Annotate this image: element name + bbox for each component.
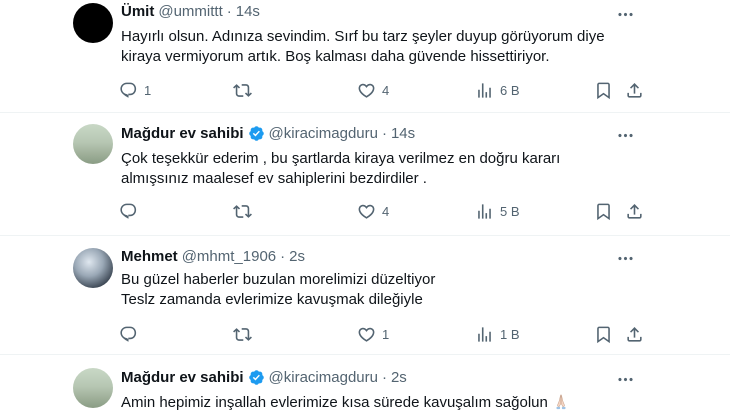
- author-handle[interactable]: @kiracimagduru: [269, 125, 378, 142]
- separator-dot: ·: [226, 3, 232, 20]
- more-icon[interactable]: [615, 369, 635, 389]
- author-handle[interactable]: @kiracimagduru: [269, 369, 378, 386]
- tweet-header: Mağdur ev sahibi @kiracimagduru · 2s: [121, 369, 407, 386]
- tweet-text-line: Teslz zamanda evlerimize kavuşmak dileği…: [121, 291, 423, 308]
- retweet-icon: [233, 325, 252, 344]
- retweet-button[interactable]: [233, 78, 252, 102]
- tweet-text-line: Hayırlı olsun. Adınıza sevindim. Sırf bu…: [121, 28, 605, 45]
- tweet-text-content: Amin hepimiz inşallah evlerimize kısa sü…: [121, 394, 548, 411]
- author-name[interactable]: Ümit: [121, 3, 154, 20]
- tweet-text-line: Amin hepimiz inşallah evlerimize kısa sü…: [121, 392, 641, 413]
- like-button[interactable]: 1: [357, 322, 389, 346]
- views-count: 5 B: [500, 203, 520, 219]
- separator-dot: ·: [280, 248, 286, 265]
- retweet-button[interactable]: [233, 199, 252, 223]
- reply-icon: [119, 81, 138, 100]
- timestamp[interactable]: 14s: [391, 125, 415, 142]
- tweet-text-line: Çok teşekkür ederim , bu şartlarda kiray…: [121, 150, 561, 167]
- tweet-4[interactable]: Mağdur ev sahibi @kiracimagduru · 2s Ami…: [0, 355, 730, 420]
- tweet-2[interactable]: Mağdur ev sahibi @kiracimagduru · 14s Ço…: [0, 113, 730, 235]
- separator-dot: ·: [381, 125, 387, 142]
- tweet-text-line: almışsınız maalesef ev sahiplerini bezdi…: [121, 170, 427, 187]
- timestamp[interactable]: 2s: [391, 369, 407, 386]
- bookmark-icon: [594, 325, 613, 344]
- tweet-text: Amin hepimiz inşallah evlerimize kısa sü…: [121, 392, 641, 413]
- like-button[interactable]: 4: [357, 199, 389, 223]
- author-name[interactable]: Mağdur ev sahibi: [121, 125, 244, 142]
- tweet-text-line: Bu güzel haberler buzulan morelimizi düz…: [121, 271, 436, 288]
- author-handle[interactable]: @mhmt_1906: [182, 248, 276, 265]
- separator-dot: ·: [381, 369, 387, 386]
- views-icon: [475, 202, 494, 221]
- author-handle[interactable]: @ummittt: [158, 3, 222, 20]
- avatar[interactable]: [73, 368, 113, 408]
- share-button[interactable]: [625, 322, 644, 346]
- share-icon: [625, 325, 644, 344]
- avatar[interactable]: [73, 248, 113, 288]
- share-button[interactable]: [625, 199, 644, 223]
- bookmark-icon: [594, 202, 613, 221]
- tweet-text: Hayırlı olsun. Adınıza sevindim. Sırf bu…: [121, 27, 641, 67]
- like-icon: [357, 81, 376, 100]
- reply-button[interactable]: [119, 199, 138, 223]
- retweet-icon: [233, 202, 252, 221]
- like-count: 4: [382, 82, 390, 98]
- retweet-icon: [233, 81, 252, 100]
- views-button[interactable]: 6 B: [475, 78, 520, 102]
- tweet-text: Bu güzel haberler buzulan morelimizi düz…: [121, 270, 641, 310]
- more-icon[interactable]: [615, 248, 635, 268]
- reply-button[interactable]: 1: [119, 78, 151, 102]
- avatar[interactable]: [73, 3, 113, 43]
- reply-count: 1: [144, 82, 152, 98]
- like-count: 4: [382, 203, 390, 219]
- like-icon: [357, 202, 376, 221]
- author-name[interactable]: Mehmet: [121, 248, 178, 265]
- tweet-header: Ümit @ummittt · 14s: [121, 3, 260, 20]
- views-button[interactable]: 5 B: [475, 199, 520, 223]
- bookmark-icon: [594, 81, 613, 100]
- tweet-3[interactable]: Mehmet @mhmt_1906 · 2s Bu güzel haberler…: [0, 236, 730, 354]
- views-button[interactable]: 1 B: [475, 322, 520, 346]
- share-icon: [625, 202, 644, 221]
- tweet-text-line: kiraya vermiyorum artık. Boş kalması dah…: [121, 48, 550, 65]
- bookmark-button[interactable]: [594, 78, 613, 102]
- tweet-header: Mehmet @mhmt_1906 · 2s: [121, 248, 305, 265]
- share-button[interactable]: [625, 78, 644, 102]
- avatar[interactable]: [73, 124, 113, 164]
- more-icon[interactable]: [615, 4, 635, 24]
- bookmark-button[interactable]: [594, 322, 613, 346]
- views-count: 6 B: [500, 82, 520, 98]
- action-bar: 1 1 B: [113, 322, 648, 346]
- verified-badge-icon: [248, 125, 265, 142]
- bookmark-button[interactable]: [594, 199, 613, 223]
- folded-hands-emoji-icon: [556, 394, 566, 410]
- action-bar: 1 4 6 B: [113, 78, 648, 102]
- reply-icon: [119, 325, 138, 344]
- tweet-text: Çok teşekkür ederim , bu şartlarda kiray…: [121, 149, 641, 189]
- verified-badge-icon: [248, 369, 265, 386]
- views-icon: [475, 81, 494, 100]
- retweet-button[interactable]: [233, 322, 252, 346]
- tweet-header: Mağdur ev sahibi @kiracimagduru · 14s: [121, 125, 415, 142]
- like-icon: [357, 325, 376, 344]
- views-icon: [475, 325, 494, 344]
- like-count: 1: [382, 326, 390, 342]
- reply-button[interactable]: [119, 322, 138, 346]
- author-name[interactable]: Mağdur ev sahibi: [121, 369, 244, 386]
- timestamp[interactable]: 14s: [236, 3, 260, 20]
- like-button[interactable]: 4: [357, 78, 389, 102]
- share-icon: [625, 81, 644, 100]
- tweet-1[interactable]: Ümit @ummittt · 14s Hayırlı olsun. Adını…: [0, 0, 730, 112]
- timestamp[interactable]: 2s: [289, 248, 305, 265]
- more-icon[interactable]: [615, 125, 635, 145]
- views-count: 1 B: [500, 326, 520, 342]
- reply-icon: [119, 202, 138, 221]
- action-bar: 4 5 B: [113, 199, 648, 223]
